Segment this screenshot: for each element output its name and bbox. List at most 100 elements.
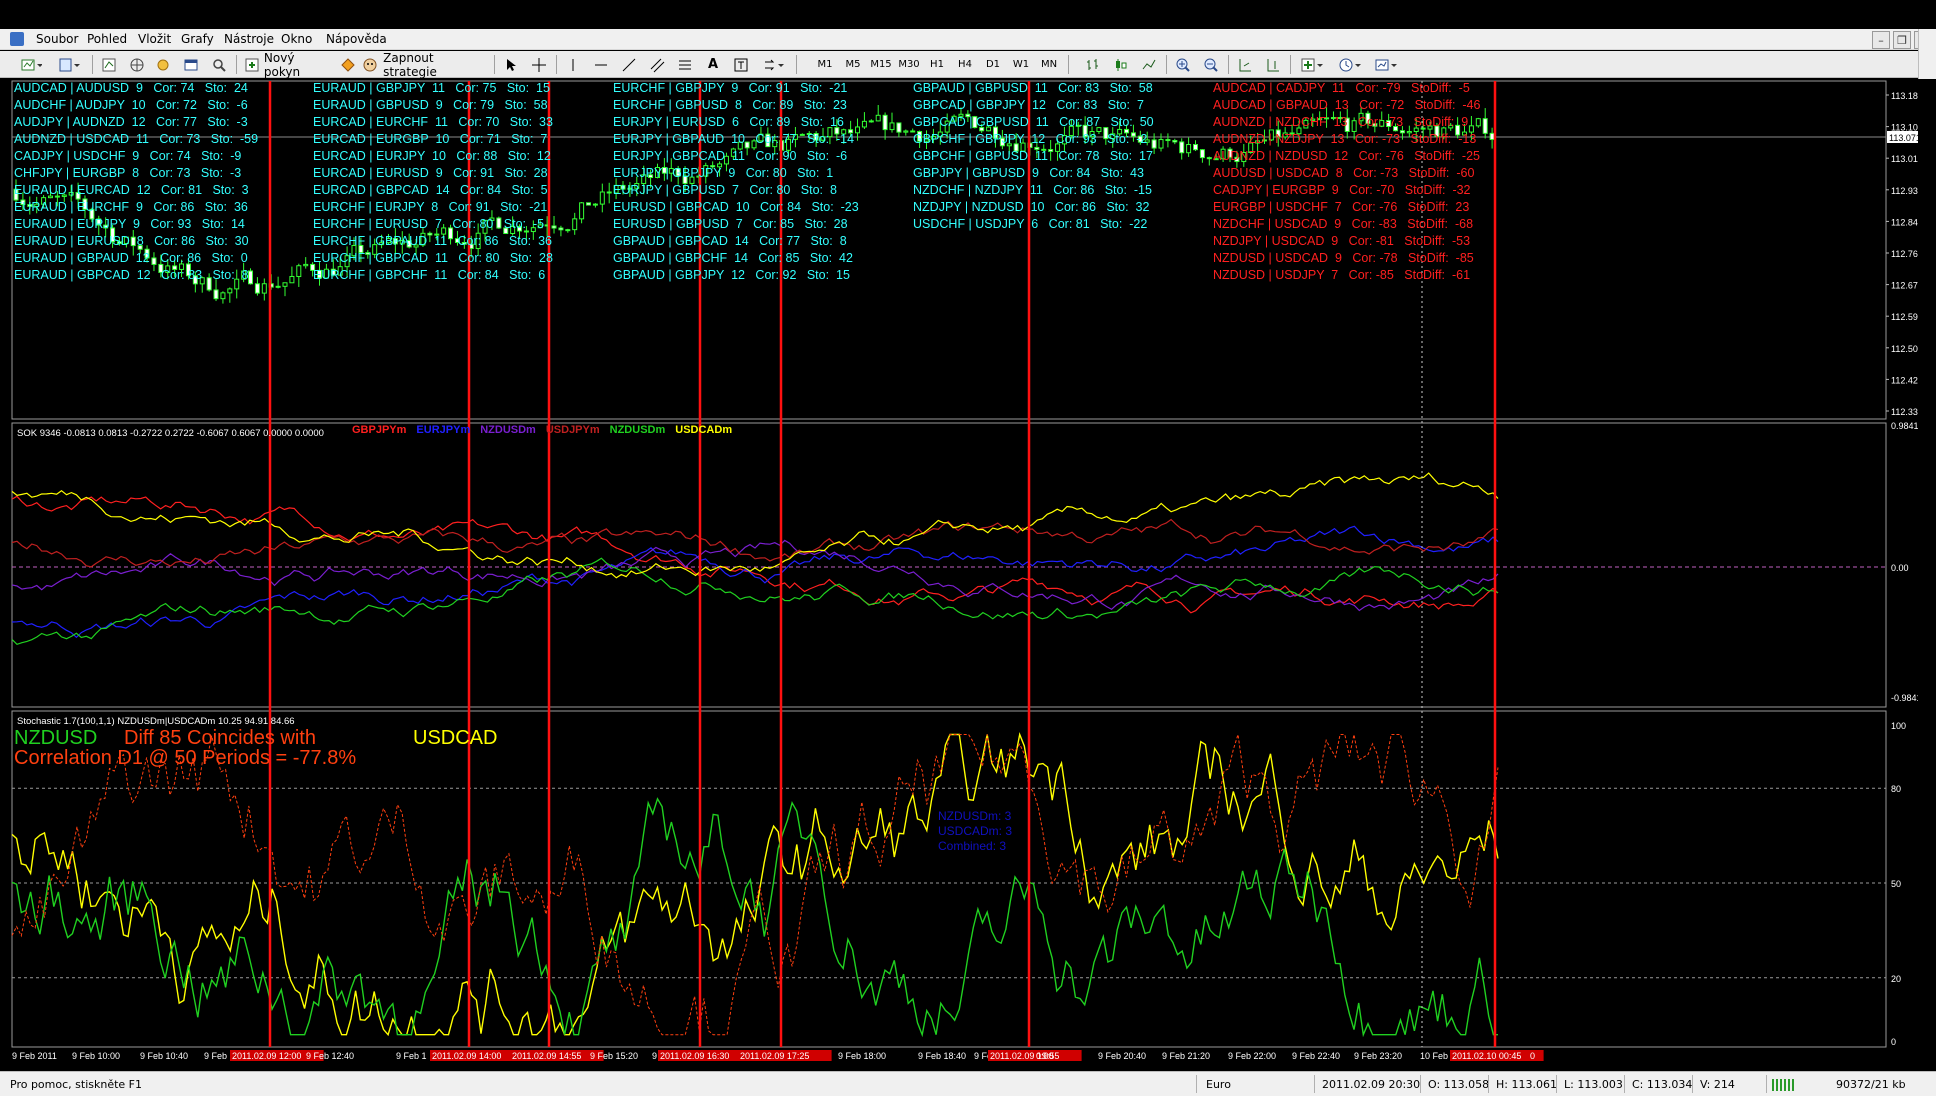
auto-scroll-icon[interactable] [1234,54,1256,75]
correlation-row: EURCHF | GBPCAD 11 Cor: 80 Sto: 28 [313,251,553,265]
price-axis-label: 112.845 [1891,217,1918,227]
status-low: L: 113.003 [1564,1078,1623,1091]
status-bar: Pro pomoc, stiskněte F1 Euro 2011.02.09 … [0,1071,1936,1096]
text-label-icon[interactable] [732,54,750,75]
app-icon[interactable] [10,32,24,46]
timeframe-h4[interactable]: H4 [954,54,976,75]
new-order-label: Nový pokyn [263,50,301,79]
candle [586,202,592,206]
menu-charts[interactable]: Grafy [181,32,214,46]
osc-legend-item: USDJPYm [545,424,600,436]
correlation-row: GBPAUD | GBPCAD 14 Cor: 77 Sto: 8 [613,234,847,248]
profiles-icon[interactable] [54,54,84,75]
timeframe-m5[interactable]: M5 [842,54,864,75]
timeframe-m1[interactable]: M1 [814,54,836,75]
menu-window[interactable]: Okno [281,32,312,46]
chart-area[interactable]: 113.185113.100113.015112.930112.845112.7… [0,79,1936,1079]
zoom-in-icon[interactable] [1172,54,1194,75]
navigator-icon[interactable] [152,54,174,75]
toolbar: Nový pokyn Zapnout strategie A M1 M5 M15… [0,51,1918,79]
menu-tools[interactable]: Nástroje [224,32,274,46]
enable-strategies-button[interactable]: Zapnout strategie [362,51,486,79]
terminal-icon[interactable] [180,54,202,75]
timeframe-d1[interactable]: D1 [982,54,1004,75]
time-axis-label: 10 Feb [1420,1051,1448,1061]
correlation-row: EURAUD | EURUSD 8 Cor: 86 Sto: 30 [14,234,249,248]
time-axis-label: 9 Feb 10:40 [140,1051,188,1061]
timeframe-mn[interactable]: MN [1038,54,1060,75]
restore-button[interactable]: ❐ [1893,31,1911,49]
fibonacci-icon[interactable] [676,54,694,75]
price-axis-label: 113.185 [1891,91,1918,101]
periods-icon[interactable] [1334,54,1366,75]
new-chart-icon[interactable] [16,54,46,75]
arrows-icon[interactable] [760,54,788,75]
trendline-icon[interactable] [620,54,638,75]
osc-panel-legend: GBPJPYm EURJPYm NZDUSDm USDJPYm NZDUSDm USDCA… [352,424,732,436]
osc-axis-label: -0.9841 [1891,693,1918,703]
correlation-column-3: EURCHF | GBPJPY 9 Cor: 91 Sto: -21 EURCHF… [613,80,859,284]
minimize-button[interactable]: – [1872,31,1890,49]
status-profile[interactable]: Euro [1206,1078,1231,1091]
menu-file[interactable]: Soubor [36,32,78,46]
correlation-row: EURAUD | EURCHF 9 Cor: 86 Sto: 36 [14,200,248,214]
correlation-row: GBPCHF | GBPJPY 12 Cor: 93 Sto: -2 [913,132,1148,146]
correlation-row: AUDUSD | USDCAD 8 Cor: -73 StoDiff: -60 [1213,166,1475,180]
correlation-row: GBPCAD | GBPJPY 12 Cor: 83 Sto: 7 [913,98,1144,112]
alert-icon[interactable] [338,54,358,75]
templates-icon[interactable] [1370,54,1402,75]
time-axis-label: 0:00 [1036,1051,1054,1061]
correlation-row: EURAUD | GBPJPY 11 Cor: 75 Sto: 15 [313,81,550,95]
text-icon[interactable]: A [704,54,722,75]
horizontal-line-icon[interactable] [592,54,610,75]
vertical-line-icon[interactable] [564,54,582,75]
correlation-row: CADJPY | USDCHF 9 Cor: 74 Sto: -9 [14,149,242,163]
correlation-column-1: AUDCAD | AUDUSD 9 Cor: 74 Sto: 24 AUDCHF … [14,80,258,284]
candle [592,203,598,206]
status-open: O: 113.058 [1428,1078,1490,1091]
candle [289,276,295,284]
cursor-icon[interactable] [502,54,520,75]
bar-chart-icon[interactable] [1082,54,1104,75]
data-window-icon[interactable] [126,54,148,75]
zoom-out-icon[interactable] [1200,54,1222,75]
menu-insert[interactable]: Vložit [138,32,171,46]
crosshair-icon[interactable] [530,54,548,75]
strategy-tester-icon[interactable] [208,54,230,75]
timeframe-m30[interactable]: M30 [896,54,922,75]
osc-axis-label: 0.9841 [1891,421,1918,431]
indicators-icon[interactable] [1296,54,1328,75]
correlation-row: EURJPY | GBPAUD 10 Cor: 77 Sto: -14 [613,132,855,146]
correlation-panel-frame [11,422,1887,708]
correlation-row: EURGBP | USDCHF 7 Cor: -76 StoDiff: 23 [1213,200,1470,214]
correlation-row: EURUSD | GBPCAD 10 Cor: 84 Sto: -23 [613,200,859,214]
menu-view[interactable]: Pohled [87,32,127,46]
menu-help[interactable]: Nápověda [326,32,387,46]
correlation-row: AUDNZD | USDCAD 11 Cor: 73 Sto: -59 [14,132,259,146]
correlation-row: EURJPY | EURUSD 6 Cor: 89 Sto: 16 [613,115,844,129]
candle [1193,144,1199,151]
time-axis-label: 9 Feb 18:40 [918,1051,966,1061]
connection-icon[interactable] [1772,1079,1794,1091]
time-axis-label: 2011.02.09 17:25 [740,1051,809,1061]
timeframe-w1[interactable]: W1 [1010,54,1032,75]
chart-shift-icon[interactable] [1262,54,1284,75]
correlation-row: AUDCAD | CADJPY 11 Cor: -79 StoDiff: -5 [1213,81,1470,95]
price-axis-label: 112.675 [1891,281,1918,291]
market-watch-icon[interactable] [98,54,120,75]
time-axis-label: 9 Feb 1 [396,1051,427,1061]
enable-strategies-label: Zapnout strategie [383,50,437,79]
candlestick-icon[interactable] [1110,54,1132,75]
line-chart-icon[interactable] [1138,54,1160,75]
new-order-button[interactable]: Nový pokyn [244,51,334,79]
channel-icon[interactable] [648,54,666,75]
candle [1186,144,1192,154]
stoch-axis-label: 50 [1891,879,1901,889]
correlation-row: EURUSD | GBPUSD 7 Cor: 85 Sto: 28 [613,217,848,231]
timeframe-h1[interactable]: H1 [926,54,948,75]
correlation-row: NZDCHF | NZDJPY 11 Cor: 86 Sto: -15 [913,183,1152,197]
osc-legend-item: USDCADm [675,424,733,436]
status-close: C: 113.034 [1632,1078,1693,1091]
time-axis-label: 9 Feb 2011 [12,1051,57,1061]
timeframe-m15[interactable]: M15 [868,54,894,75]
